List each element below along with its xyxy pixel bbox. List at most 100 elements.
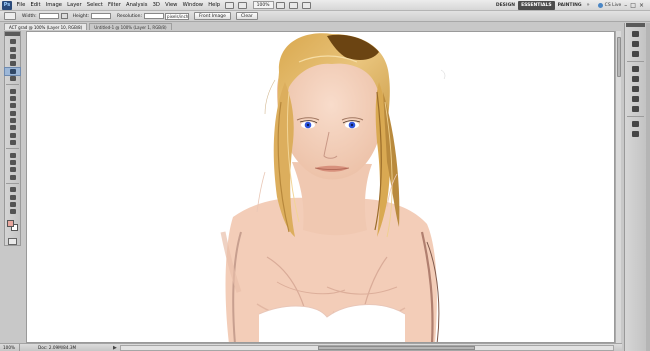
gradient-tool-icon[interactable] bbox=[5, 124, 20, 131]
healing-brush-tool-icon[interactable] bbox=[5, 87, 20, 94]
arrange-documents-icon[interactable] bbox=[288, 1, 298, 9]
width-input[interactable] bbox=[38, 13, 59, 19]
menu-edit[interactable]: Edit bbox=[28, 0, 43, 11]
type-tool-icon[interactable] bbox=[5, 159, 20, 166]
paths-panel-icon[interactable] bbox=[629, 104, 643, 113]
horizontal-scrollbar[interactable] bbox=[119, 344, 614, 351]
brushes-panel-icon[interactable] bbox=[629, 129, 643, 138]
painting-artwork bbox=[220, 33, 446, 342]
swatches-panel-icon[interactable] bbox=[629, 39, 643, 48]
resolution-label: Resolution: bbox=[117, 13, 143, 19]
height-input[interactable] bbox=[91, 13, 111, 19]
document-size-info: Doc: 2.09M/84.3M bbox=[38, 345, 77, 350]
menu-window[interactable]: Window bbox=[180, 0, 206, 11]
adjustments-panel-icon[interactable] bbox=[629, 64, 643, 73]
zoom-tool-icon[interactable] bbox=[5, 208, 20, 215]
clone-stamp-tool-icon[interactable] bbox=[5, 102, 20, 109]
tools-panel-header[interactable] bbox=[5, 32, 20, 36]
3d-rotate-tool-icon[interactable] bbox=[5, 186, 20, 193]
pen-tool-icon[interactable] bbox=[5, 151, 20, 158]
panel-dock bbox=[624, 23, 646, 351]
menu-filter[interactable]: Filter bbox=[105, 0, 123, 11]
swap-dimensions-icon[interactable] bbox=[60, 13, 68, 19]
width-label: Width: bbox=[22, 13, 37, 19]
zoom-level-dropdown[interactable]: 100% bbox=[252, 1, 274, 9]
history-brush-tool-icon[interactable] bbox=[5, 110, 20, 117]
panel-dock-edge bbox=[646, 23, 650, 351]
menu-3d[interactable]: 3D bbox=[150, 0, 162, 11]
document-window bbox=[26, 31, 621, 343]
tab-act-grad[interactable]: ACT grad @ 100% (Layer 10, RGB/8) bbox=[4, 23, 88, 30]
tab-untitled-1[interactable]: Untitled-1 @ 100% (Layer 1, RGB/8) bbox=[89, 23, 172, 30]
status-menu-arrow-icon[interactable]: ▶ bbox=[110, 345, 120, 351]
panel-divider bbox=[627, 59, 644, 62]
workspace-painting[interactable]: PAINTING bbox=[555, 1, 585, 10]
hand-tool-icon[interactable] bbox=[5, 201, 20, 208]
photoshop-window: Ps File Edit Image Layer Select Filter A… bbox=[0, 0, 650, 351]
lasso-tool-icon[interactable] bbox=[5, 53, 20, 60]
layers-panel-icon[interactable] bbox=[629, 84, 643, 93]
canvas[interactable] bbox=[26, 31, 615, 343]
tools-divider bbox=[6, 147, 19, 150]
height-label: Height: bbox=[72, 13, 89, 19]
status-bar: 100% Doc: 2.09M/84.3M ▶ bbox=[0, 343, 622, 351]
front-image-button[interactable]: Front Image bbox=[194, 12, 231, 20]
app-logo: Ps bbox=[2, 0, 12, 10]
history-panel-icon[interactable] bbox=[629, 119, 643, 128]
menu-help[interactable]: Help bbox=[206, 0, 223, 11]
vertical-scrollbar[interactable] bbox=[615, 31, 621, 343]
status-zoom[interactable]: 100% bbox=[0, 344, 20, 351]
eyedropper-tool-icon[interactable] bbox=[5, 75, 20, 82]
cs-live-button[interactable]: CS Live bbox=[597, 2, 622, 8]
resolution-unit-select[interactable]: pixels/inch bbox=[165, 12, 190, 20]
menu-file[interactable]: File bbox=[14, 0, 28, 11]
3d-orbit-tool-icon[interactable] bbox=[5, 193, 20, 200]
menu-image[interactable]: Image bbox=[43, 0, 64, 11]
panel-dock-header[interactable] bbox=[626, 23, 645, 27]
menu-view[interactable]: View bbox=[163, 0, 181, 11]
crop-tool-icon[interactable] bbox=[4, 66, 21, 77]
masks-panel-icon[interactable] bbox=[629, 74, 643, 83]
move-tool-icon[interactable] bbox=[5, 38, 20, 45]
bridge-icon[interactable] bbox=[224, 1, 234, 9]
eraser-tool-icon[interactable] bbox=[5, 117, 20, 124]
menu-analysis[interactable]: Analysis bbox=[123, 0, 150, 11]
tools-panel bbox=[4, 31, 21, 246]
restore-button[interactable]: □ bbox=[630, 2, 636, 9]
workspace-essentials[interactable]: ESSENTIALS bbox=[518, 0, 555, 10]
tools-divider bbox=[6, 182, 19, 185]
workspace-design[interactable]: DESIGN bbox=[493, 1, 518, 10]
foreground-color-swatch[interactable] bbox=[7, 219, 14, 227]
workspace-switcher: DESIGN ESSENTIALS PAINTING » CS Live – □… bbox=[493, 0, 648, 10]
menu-select[interactable]: Select bbox=[84, 0, 105, 11]
clear-button[interactable]: Clear bbox=[235, 12, 258, 20]
cs-live-icon bbox=[597, 2, 603, 8]
path-selection-tool-icon[interactable] bbox=[5, 166, 20, 173]
shape-tool-icon[interactable] bbox=[5, 174, 20, 181]
dodge-tool-icon[interactable] bbox=[5, 139, 20, 146]
quick-selection-tool-icon[interactable] bbox=[5, 60, 20, 67]
close-button[interactable]: × bbox=[639, 2, 644, 9]
styles-panel-icon[interactable] bbox=[629, 49, 643, 58]
mini-bridge-icon[interactable] bbox=[237, 1, 247, 9]
resolution-input[interactable] bbox=[144, 13, 165, 19]
screen-mode-icon[interactable] bbox=[301, 1, 311, 9]
color-swatches bbox=[5, 219, 20, 235]
document-tabs: ACT grad @ 100% (Layer 10, RGB/8) Untitl… bbox=[4, 23, 174, 30]
marquee-tool-icon[interactable] bbox=[5, 45, 20, 52]
channels-panel-icon[interactable] bbox=[629, 94, 643, 103]
more-workspaces-button[interactable]: » bbox=[585, 2, 592, 8]
vertical-scroll-thumb[interactable] bbox=[617, 37, 621, 77]
hand-tool-icon[interactable] bbox=[275, 1, 285, 9]
minimize-button[interactable]: – bbox=[624, 2, 627, 9]
window-controls: – □ × bbox=[624, 2, 644, 9]
horizontal-scroll-thumb[interactable] bbox=[317, 345, 476, 350]
color-panel-icon[interactable] bbox=[629, 29, 643, 38]
menu-layer[interactable]: Layer bbox=[65, 0, 85, 11]
cs-live-label: CS Live bbox=[604, 2, 622, 8]
menu-bar: Ps File Edit Image Layer Select Filter A… bbox=[0, 0, 650, 11]
crop-tool-preset-icon[interactable] bbox=[4, 12, 16, 20]
brush-tool-icon[interactable] bbox=[5, 95, 20, 102]
blur-tool-icon[interactable] bbox=[5, 132, 20, 139]
quick-mask-icon[interactable] bbox=[8, 237, 17, 245]
